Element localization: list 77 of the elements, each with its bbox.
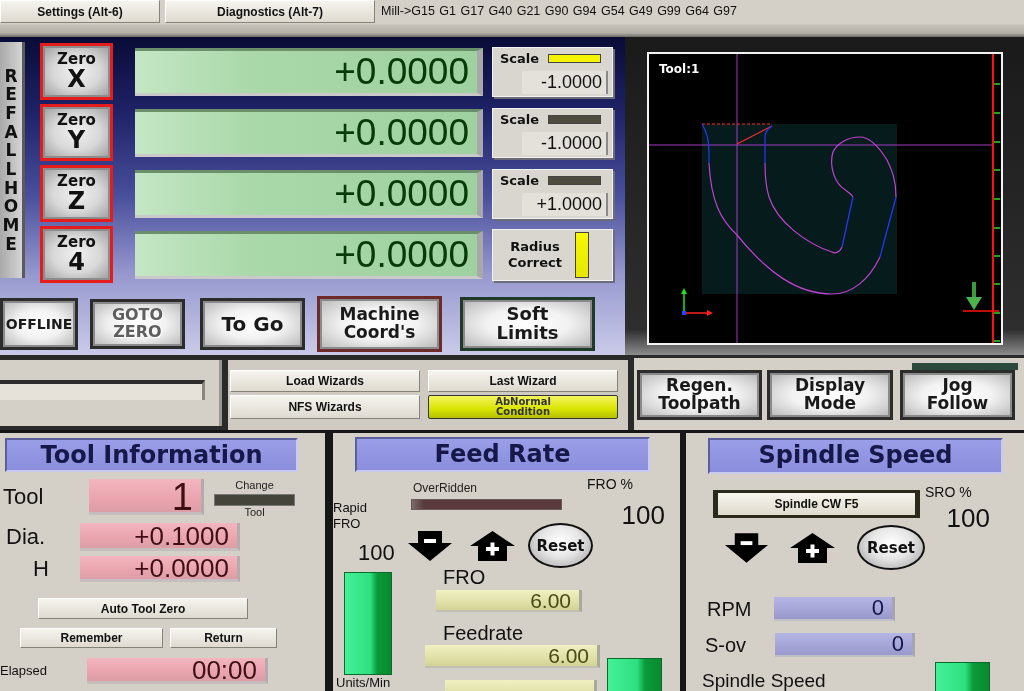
zero-button[interactable]: Zero 4 (40, 226, 113, 283)
view-button[interactable]: Jog Follow (900, 370, 1015, 420)
down-arrow-icon (966, 282, 982, 310)
panel-title: Tool Information (5, 438, 298, 472)
view-button[interactable]: Display Mode (767, 370, 893, 420)
coordinate-field[interactable]: +0.0000 (135, 47, 483, 96)
rpm-label: RPM (706, 597, 753, 621)
slider-handle[interactable] (935, 662, 990, 691)
minus-arrow-icon[interactable] (725, 532, 768, 563)
spindle-speed-label: Spindle Speed (702, 671, 827, 690)
fro-field[interactable]: 6.00 (436, 590, 582, 612)
scale-label: Scale (499, 50, 541, 67)
height-offset-field[interactable]: +0.0000 (80, 556, 240, 582)
rapid-fro-label: Rapid FRO (333, 500, 367, 532)
wizard-button[interactable]: NFS Wizards (230, 395, 420, 419)
tool-label: Tool (2, 483, 45, 511)
page-button[interactable]: Settings (Alt-6) (0, 0, 160, 23)
coordinate-field[interactable]: +0.0000 (135, 108, 483, 157)
feedrate-label: Feedrate (443, 622, 524, 644)
sro-percent-value: 100 (945, 503, 990, 533)
axes-icon (681, 288, 713, 316)
control-button[interactable]: To Go (200, 298, 305, 350)
fro-label: FRO (443, 566, 486, 588)
scale-label: Scale (499, 172, 541, 189)
rpm-field[interactable]: 0 (774, 597, 895, 621)
fro-percent-value: 100 (620, 500, 665, 530)
spindle-override-label: S-ov (704, 633, 748, 657)
control-button[interactable]: Soft Limits (460, 297, 595, 351)
sro-percent-label: SRO % (925, 484, 973, 500)
feedrate-field[interactable]: 6.00 (425, 645, 600, 668)
units-label: Units/Min (336, 676, 391, 690)
panel-title: Feed Rate (355, 437, 650, 472)
tool-label: Tool:1 (659, 62, 700, 76)
action-button[interactable]: Return (170, 628, 277, 648)
scale-field[interactable]: -1.0000 (522, 131, 608, 155)
spindle-cw-button[interactable]: Spindle CW F5 (713, 490, 920, 518)
scale-field[interactable]: +1.0000 (522, 192, 608, 216)
control-button[interactable]: GOTO ZERO (90, 299, 185, 349)
coordinate-field[interactable]: +0.0000 (135, 230, 483, 279)
minus-arrow-icon[interactable] (408, 530, 452, 561)
radius-correct-button[interactable]: Radius Correct (492, 228, 613, 281)
page-button[interactable]: Diagnostics (Alt-7) (165, 0, 375, 23)
coordinate-field[interactable]: +0.0000 (135, 169, 483, 218)
view-button[interactable]: Regen. Toolpath (637, 370, 762, 420)
reset-button[interactable]: Reset (857, 525, 925, 570)
change-label: Tool (244, 506, 265, 518)
tool-number-field[interactable]: 1 (89, 479, 204, 515)
rapid-fro-value: 100 (358, 540, 395, 566)
gcode-status-text: Mill->G15 G1 G17 G40 G21 G90 G94 G54 G49 G99 G64 G97 (381, 3, 737, 20)
ref-all-home-button[interactable]: REF ALL HOME (0, 42, 25, 278)
action-button[interactable]: Auto Tool Zero (38, 598, 248, 619)
plus-arrow-icon[interactable] (790, 532, 835, 563)
slider-handle[interactable] (344, 572, 392, 675)
height-label: H (32, 556, 50, 582)
scale-field[interactable]: -1.0000 (522, 70, 608, 94)
zero-button[interactable]: Zero Z (40, 165, 113, 222)
spindle-override-field[interactable]: 0 (775, 633, 915, 657)
wizard-button[interactable]: Load Wizards (230, 370, 420, 392)
zero-button[interactable]: Zero Y (40, 104, 113, 161)
plus-arrow-icon[interactable] (470, 530, 515, 561)
diameter-field[interactable]: +0.1000 (80, 523, 240, 551)
abnormal-condition-button[interactable]: AbNormal Condition (428, 395, 618, 419)
action-button[interactable]: Remember (20, 628, 163, 648)
overridden-label: OverRidden (412, 481, 478, 495)
reset-button[interactable]: Reset (528, 523, 593, 568)
fro-percent-label: FRO % (587, 476, 634, 492)
elapsed-label: Elapsed (0, 662, 48, 680)
panel-title: Spindle Speed (708, 438, 1003, 474)
scale-label: Scale (499, 111, 541, 128)
diameter-label: Dia. (5, 523, 47, 551)
slider-handle[interactable] (607, 658, 662, 691)
control-button[interactable]: Machine Coord's (317, 296, 442, 352)
change-label: Change (235, 479, 274, 491)
zero-button[interactable]: Zero X (40, 43, 113, 100)
wizard-button[interactable]: Last Wizard (428, 370, 618, 392)
elapsed-time-field[interactable]: 00:00 (87, 658, 268, 684)
control-button[interactable]: OFFLINE (0, 298, 78, 350)
